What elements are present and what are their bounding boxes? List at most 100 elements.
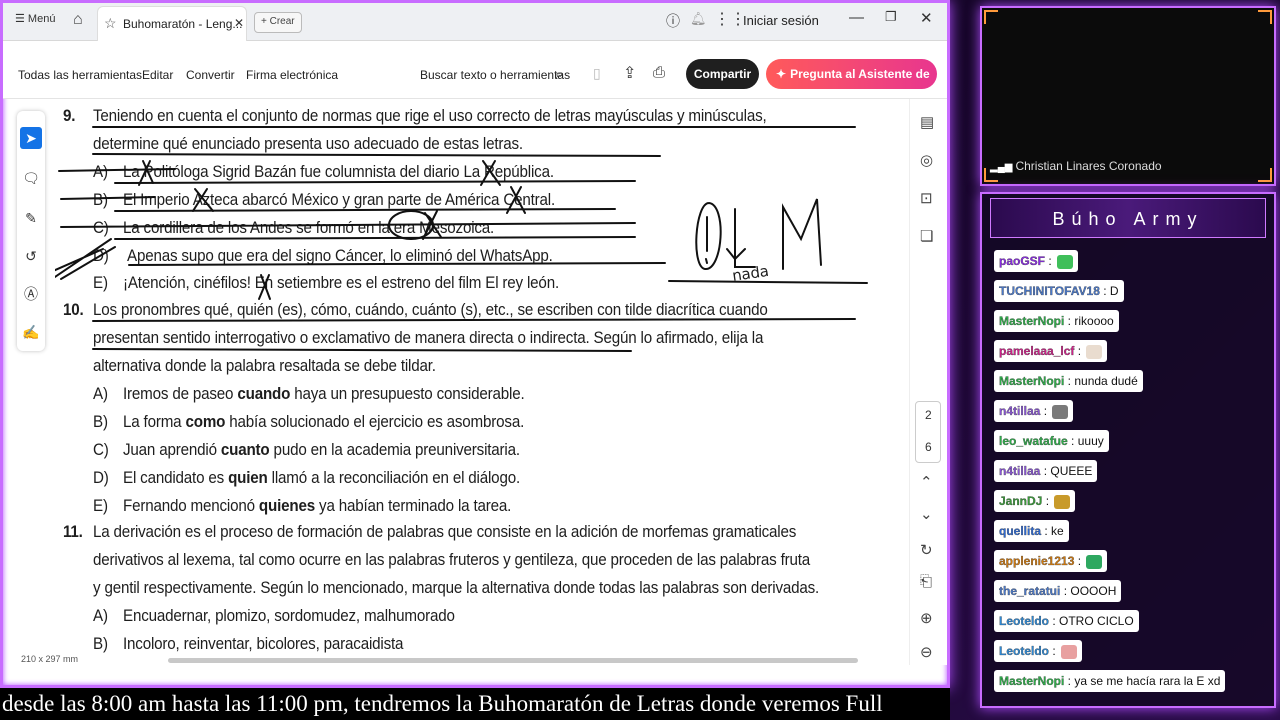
chat-message: pamelaaa_lcf : xyxy=(994,340,1108,362)
chat-text: ya se me hacía rara la E xd xyxy=(1074,674,1221,688)
pen-icon[interactable]: ✎ xyxy=(20,207,42,229)
ai-sparkle-icon: ✦ xyxy=(776,67,787,81)
menu-button[interactable]: ☰ Menú xyxy=(15,12,55,25)
chevron-up-icon[interactable]: ⌃ xyxy=(920,473,933,491)
star-icon[interactable]: ☆ xyxy=(104,15,117,32)
stream-layout: ☰ Menú ⌂ ☆ Buhomaratón - Leng... ✕ + Cre… xyxy=(0,0,1280,720)
home-icon[interactable]: ⌂ xyxy=(73,11,83,29)
search-icon[interactable]: ⌕ xyxy=(555,66,563,83)
news-ticker: desde las 8:00 am hasta las 11:00 pm, te… xyxy=(0,688,950,720)
webcam-panel: ▂▄▆ Christian Linares Coronado xyxy=(980,6,1276,186)
select-cursor-icon[interactable]: ➤ xyxy=(20,127,42,149)
chat-username[interactable]: quellita xyxy=(999,524,1041,538)
lasso-icon[interactable]: ↺ xyxy=(20,245,42,267)
chat-username[interactable]: Leoteldo xyxy=(999,644,1049,658)
bell-icon[interactable]: 🔔︎ xyxy=(690,11,707,27)
close-tab-icon[interactable]: ✕ xyxy=(234,16,244,30)
chat-username[interactable]: n4tillaa xyxy=(999,404,1041,418)
chat-separator: : xyxy=(1049,644,1060,658)
restore-icon[interactable]: ❐ xyxy=(885,9,897,25)
chat-username[interactable]: TUCHINITOFAV18 xyxy=(999,284,1100,298)
tab-title: Buhomaratón - Leng... xyxy=(123,17,243,31)
signin-link[interactable]: Iniciar sesión xyxy=(743,13,819,28)
chat-username[interactable]: Leoteldo xyxy=(999,614,1049,628)
annotation-tool-rail: ➤ 🗨︎ ✎ ↺ Ⓐ ✍ xyxy=(17,111,45,351)
signal-bars-icon: ▂▄▆ xyxy=(990,162,1013,173)
search-tools-field[interactable]: Buscar texto o herramientas xyxy=(420,68,570,82)
upload-icon[interactable]: ⇪ xyxy=(623,63,636,83)
browser-tab-bar: ☰ Menú ⌂ ☆ Buhomaratón - Leng... ✕ + Cre… xyxy=(3,3,947,41)
ai-assistant-button[interactable]: ✦Pregunta al Asistente de IA xyxy=(766,59,937,111)
chat-separator: : xyxy=(1064,674,1075,688)
apps-grid-icon[interactable]: ⋮⋮ xyxy=(714,9,746,29)
emote-icon xyxy=(1057,254,1074,269)
acrobat-toolbar: Todas las herramientas Editar Convertir … xyxy=(3,41,947,111)
document-icon[interactable]: ▤ xyxy=(920,113,934,131)
handwriting-stroke xyxy=(782,198,822,270)
chat-message: TUCHINITOFAV18 : D xyxy=(994,280,1124,302)
chat-separator: : xyxy=(1045,254,1056,268)
page-current: 2 xyxy=(925,408,932,422)
chat-username[interactable]: paoGSF xyxy=(999,254,1045,268)
convert-menu[interactable]: Convertir xyxy=(186,68,235,82)
pdf-viewer-window: ☰ Menú ⌂ ☆ Buhomaratón - Leng... ✕ + Cre… xyxy=(0,0,950,688)
scribble-mark xyxy=(55,238,116,280)
chat-message: n4tillaa : xyxy=(994,400,1074,422)
bookmark-icon[interactable]: ⊡ xyxy=(920,189,933,207)
edit-menu[interactable]: Editar xyxy=(142,68,173,82)
chat-text: D xyxy=(1109,284,1119,298)
chevron-down-icon[interactable]: ⌄ xyxy=(920,505,933,523)
extract-icon[interactable]: ⎗ xyxy=(920,573,932,590)
page-indicator[interactable]: 2 6 xyxy=(915,401,941,463)
all-tools-menu[interactable]: Todas las herramientas xyxy=(18,68,142,82)
horizontal-scrollbar[interactable] xyxy=(168,658,858,663)
chat-username[interactable]: MasterNopi xyxy=(999,674,1065,688)
signature-icon[interactable]: ✍ xyxy=(20,321,42,343)
chat-username[interactable]: JannDJ xyxy=(999,494,1043,508)
chat-message: Leoteldo : OTRO CICLO xyxy=(994,610,1139,632)
chat-message: n4tillaa : QUEEE xyxy=(994,460,1098,482)
esign-menu[interactable]: Firma electrónica xyxy=(246,68,338,82)
chat-separator: : xyxy=(1074,344,1085,358)
chat-username[interactable]: n4tillaa xyxy=(999,464,1041,478)
chat-username[interactable]: pamelaaa_lcf xyxy=(999,344,1075,358)
tab-document[interactable]: ☆ Buhomaratón - Leng... ✕ xyxy=(97,6,247,41)
comment-icon[interactable]: 🗨︎ xyxy=(20,167,42,189)
chat-message: Leoteldo : xyxy=(994,640,1083,662)
zoom-out-icon[interactable]: ⊖ xyxy=(920,643,933,661)
chat-message: MasterNopi : nunda dudé xyxy=(994,370,1143,392)
chat-message: MasterNopi : rikoooo xyxy=(994,310,1119,332)
zoom-in-icon[interactable]: ⊕ xyxy=(920,609,933,627)
text-select-icon[interactable]: Ⓐ xyxy=(20,283,42,305)
underline-stroke xyxy=(92,318,856,352)
refresh-icon[interactable]: ↻ xyxy=(920,541,933,559)
chat-panel: Búho Army paoGSF : TUCHINITOFAV18 : D Mas… xyxy=(980,192,1276,708)
share-button[interactable]: Compartir xyxy=(686,59,759,89)
chat-text: OOOOH xyxy=(1070,584,1117,598)
chat-message: JannDJ : xyxy=(994,490,1076,512)
ink-annotations xyxy=(55,126,868,352)
underline-stroke xyxy=(668,280,868,284)
pages-icon[interactable]: ❏ xyxy=(920,227,933,245)
cross-mark xyxy=(258,274,271,300)
close-window-icon[interactable]: ✕ xyxy=(920,9,933,27)
chat-separator: : xyxy=(1064,374,1075,388)
cross-mark xyxy=(192,188,214,212)
cross-mark xyxy=(138,160,154,186)
chat-username[interactable]: MasterNopi xyxy=(999,314,1065,328)
handwriting-stroke xyxy=(726,208,756,268)
chat-username[interactable]: applenie1213 xyxy=(999,554,1075,568)
comments-icon[interactable]: ◎ xyxy=(920,151,933,169)
minimize-icon[interactable]: — xyxy=(849,9,864,26)
emote-icon xyxy=(1052,404,1069,419)
help-icon[interactable]: ⓘ xyxy=(666,11,680,31)
print-icon[interactable]: ⎙ xyxy=(653,64,665,81)
create-button[interactable]: + Crear xyxy=(254,12,302,33)
frame-corner xyxy=(1258,10,1272,24)
save-icon[interactable]: ▯ xyxy=(593,65,601,82)
frame-corner xyxy=(984,10,998,24)
chat-username[interactable]: the_ratatui xyxy=(999,584,1061,598)
chat-username[interactable]: MasterNopi xyxy=(999,374,1065,388)
chat-username[interactable]: leo_watafue xyxy=(999,434,1068,448)
emote-icon xyxy=(1054,494,1071,509)
